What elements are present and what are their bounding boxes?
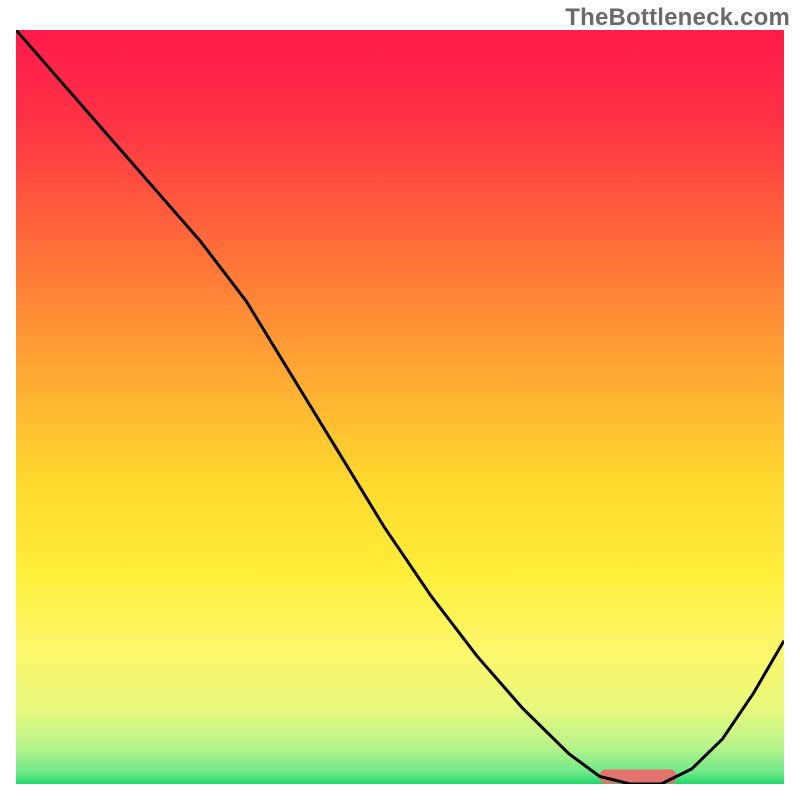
plot-area	[16, 30, 784, 784]
watermark-text: TheBottleneck.com	[565, 4, 790, 32]
gradient-background	[16, 30, 784, 784]
chart-svg	[16, 30, 784, 784]
chart-stage: TheBottleneck.com	[0, 0, 800, 800]
